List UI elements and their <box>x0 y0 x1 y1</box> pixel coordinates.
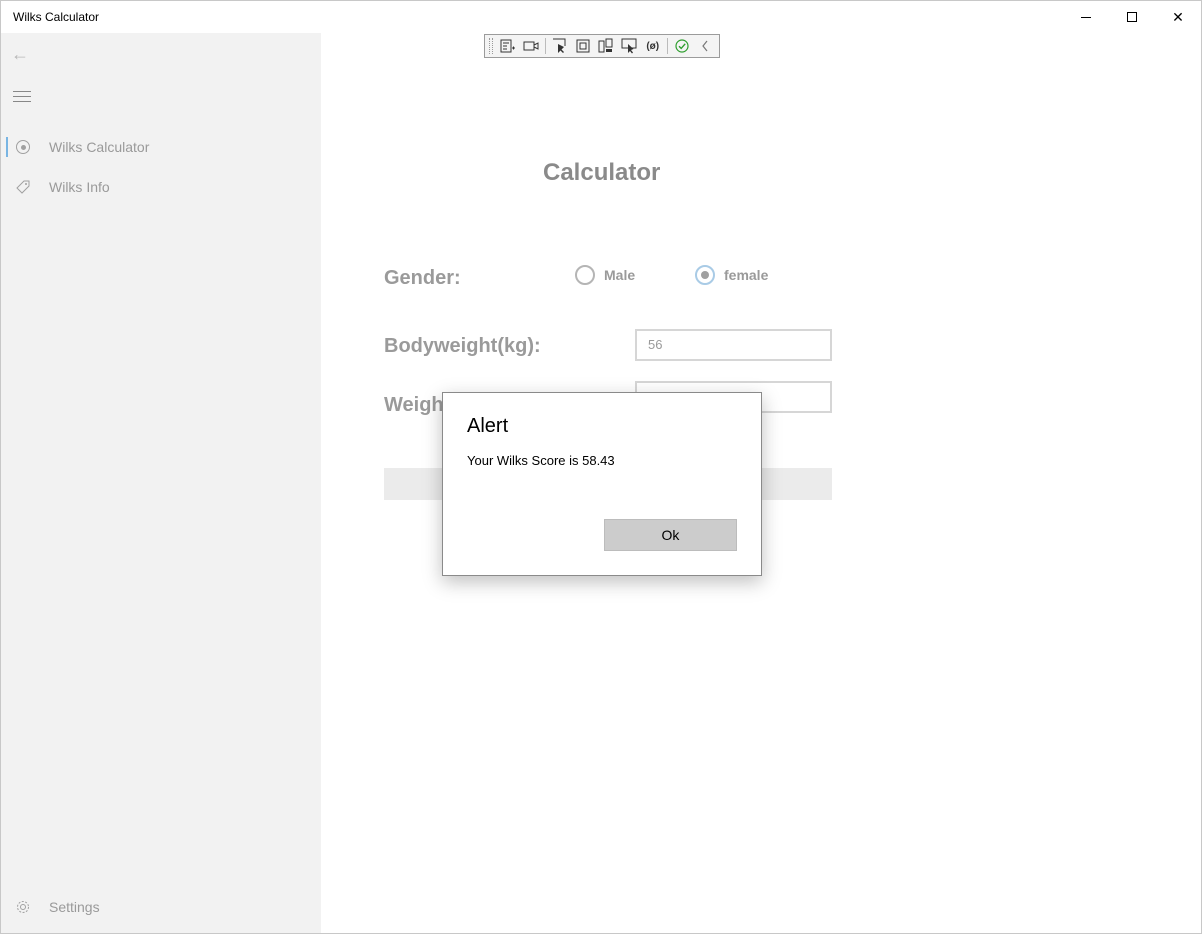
gear-icon <box>14 898 32 916</box>
sidebar-item-label: Wilks Info <box>49 179 110 195</box>
toolbar-separator <box>666 38 668 54</box>
minimize-button[interactable] <box>1063 1 1109 33</box>
bodyweight-input[interactable]: 56 <box>635 329 832 361</box>
track-focus-icon[interactable] <box>597 37 615 55</box>
select-element-icon[interactable] <box>551 37 569 55</box>
radio-icon <box>14 138 32 156</box>
check-circle-icon[interactable] <box>673 37 691 55</box>
weight-label: Weigh <box>384 394 444 416</box>
female-radio[interactable]: female <box>695 265 768 285</box>
back-button[interactable]: ← <box>11 43 35 67</box>
live-visual-tree-icon[interactable] <box>499 37 517 55</box>
dialog-title: Alert <box>467 415 509 437</box>
selection-indicator <box>6 137 8 157</box>
female-radio-label: female <box>724 267 769 283</box>
alert-dialog: Alert Your Wilks Score is 58.43 Ok <box>442 392 762 576</box>
sidebar-item-label: Wilks Calculator <box>49 139 150 155</box>
close-button[interactable]: ✕ <box>1155 1 1201 33</box>
bodyweight-label: Bodyweight(kg): <box>384 335 541 357</box>
hamburger-icon <box>13 91 31 92</box>
settings-label: Settings <box>49 899 100 915</box>
minimize-icon <box>1081 16 1091 18</box>
app-window: Wilks Calculator ✕ ← Wilks Calculator Wi… <box>0 0 1202 934</box>
navigation-pane: ← Wilks Calculator Wilks Info Settings <box>1 33 321 933</box>
male-radio[interactable]: Male <box>575 265 635 285</box>
hot-reload-select-icon[interactable] <box>621 37 639 55</box>
display-layout-adorners-icon[interactable] <box>574 37 592 55</box>
app-title: Wilks Calculator <box>13 10 100 24</box>
gender-label: Gender: <box>384 267 461 289</box>
sidebar-item-wilks-info[interactable]: Wilks Info <box>1 167 321 207</box>
close-icon: ✕ <box>1172 8 1184 25</box>
radio-unchecked-icon <box>575 265 595 285</box>
ok-button[interactable]: Ok <box>604 519 737 551</box>
title-bar: Wilks Calculator ✕ <box>1 1 1201 33</box>
collapse-toolbar-icon[interactable] <box>696 37 714 55</box>
dialog-message: Your Wilks Score is 58.43 <box>467 453 615 468</box>
binding-failures-icon[interactable]: (ø) <box>644 37 662 55</box>
tag-icon <box>14 178 32 196</box>
sidebar-item-settings[interactable]: Settings <box>1 887 321 927</box>
hamburger-menu-button[interactable] <box>13 91 31 105</box>
maximize-button[interactable] <box>1109 1 1155 33</box>
maximize-icon <box>1127 12 1137 22</box>
debug-toolbar: (ø) <box>484 34 720 58</box>
page-title: Calculator <box>543 159 661 186</box>
toolbar-separator <box>545 38 547 54</box>
radio-checked-icon <box>695 265 715 285</box>
toolbar-grip[interactable] <box>489 38 493 54</box>
sidebar-item-wilks-calculator[interactable]: Wilks Calculator <box>1 127 321 167</box>
male-radio-label: Male <box>604 267 636 283</box>
back-arrow-icon: ← <box>11 44 29 64</box>
video-camera-icon[interactable] <box>522 37 540 55</box>
